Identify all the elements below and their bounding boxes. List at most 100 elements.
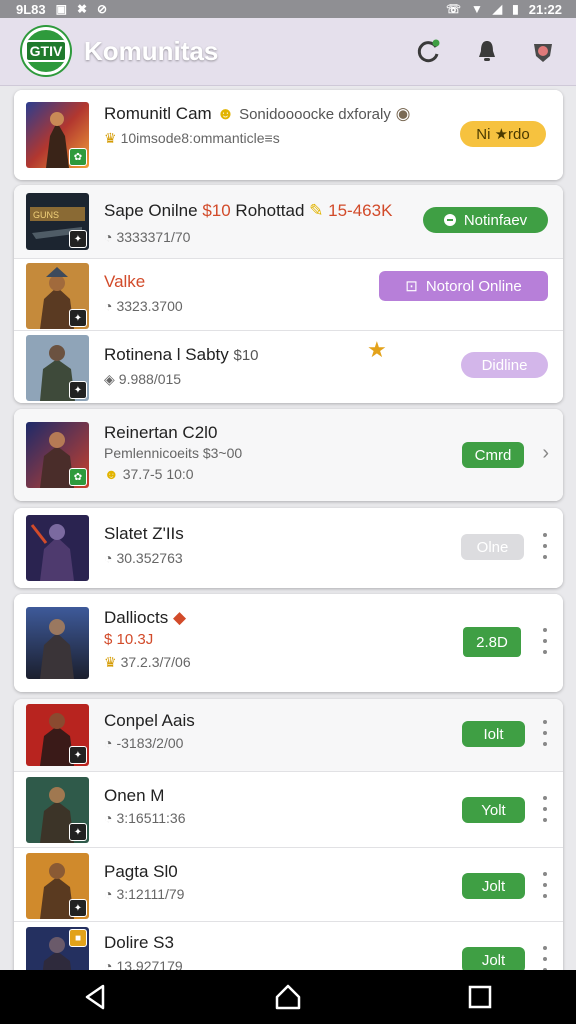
game-thumbnail: ✿ <box>26 102 89 168</box>
list-item[interactable]: ✦ Pagta Sl0 ◔ 3:12111/79 Jolt <box>14 847 563 921</box>
profile-button[interactable] <box>528 36 558 66</box>
join-button[interactable]: Yolt <box>462 797 525 823</box>
item-subtitle-text: 3:12111/79 <box>116 886 185 902</box>
community-list[interactable]: ✿ Romunitl Cam ☻ Sonidoooocke dxforaly ◉… <box>0 86 576 970</box>
join-button[interactable]: Cmrd <box>462 442 524 468</box>
game-badge-icon: ✦ <box>69 899 87 917</box>
profile-badge-icon <box>534 44 552 62</box>
item-title: Valke <box>104 272 146 291</box>
list-item[interactable]: Dalliocts ◆ $ 10.3J ♛ 37.2.3/7/06 2.8D <box>14 594 563 692</box>
item-subtitle: ◔ 13.927179 <box>104 958 183 970</box>
item-title: Conpel Aais <box>104 711 195 730</box>
notify-button[interactable]: Notinfaev <box>423 207 548 233</box>
item-subtitle: ♛ 37.2.3/7/06 <box>104 654 191 671</box>
item-subtitle-text: 3333371/70 <box>116 229 191 245</box>
item-title: Pagta Sl0 <box>104 862 178 881</box>
more-options-icon[interactable] <box>541 628 549 654</box>
item-title-extra: Rohottad <box>235 201 305 220</box>
item-title: Onen M <box>104 786 165 805</box>
list-item[interactable]: ■ Dolire S3 ◔ 13.927179 Jolt <box>14 921 563 970</box>
game-thumbnail: ✦ <box>26 777 89 843</box>
list-item[interactable]: ✿ Reinertan C2l0 Pemlennicoeits $3~00 ☻ 3… <box>14 409 563 501</box>
refresh-icon <box>417 39 440 63</box>
more-options-icon[interactable] <box>541 872 549 898</box>
item-subtitle: ◈ 9.988/015 <box>104 371 181 388</box>
game-badge-icon: ✦ <box>69 230 87 248</box>
game-thumbnail: ✿ <box>26 422 89 488</box>
community-card[interactable]: Dalliocts ◆ $ 10.3J ♛ 37.2.3/7/06 2.8D <box>14 594 563 692</box>
item-subtitle-text: 37.7-5 10:0 <box>122 466 194 482</box>
game-badge-icon: ✦ <box>69 746 87 764</box>
game-thumbnail: GUNS ✦ <box>26 193 89 250</box>
list-item[interactable]: ✦ Valke ◔ 3323.3700 ⊡ Notorol Online <box>14 258 563 330</box>
more-options-icon[interactable] <box>541 796 549 822</box>
game-badge-icon: ✦ <box>69 823 87 841</box>
refresh-button[interactable] <box>414 36 444 66</box>
chevron-right-icon[interactable]: › <box>542 442 549 465</box>
mute-notification-icon: ⊘ <box>97 2 108 16</box>
community-card[interactable]: ✿ Romunitl Cam ☻ Sonidoooocke dxforaly ◉… <box>14 90 563 180</box>
clock-icon: ◔ <box>104 886 113 902</box>
item-title: Sape Onilne $10 Rohottad ✎ 15-463K <box>104 201 392 221</box>
item-title: Rotinena l Sabty $10 <box>104 345 259 365</box>
home-icon[interactable] <box>273 982 303 1012</box>
notifications-button[interactable] <box>472 36 502 66</box>
more-options-icon[interactable] <box>541 946 549 970</box>
back-icon[interactable] <box>81 982 111 1012</box>
emblem-icon: ◉ <box>395 104 411 123</box>
list-item[interactable]: ✦ Rotinena l Sabty $10 ◈ 9.988/015 ★ Didl… <box>14 330 563 403</box>
online-button[interactable]: ⊡ Notorol Online <box>379 271 548 301</box>
item-line2-extra: $3~00 <box>202 445 243 461</box>
more-options-icon[interactable] <box>541 533 549 559</box>
status-time-right: 21:22 <box>528 1 562 17</box>
inbox-icon: ⊡ <box>405 278 418 295</box>
list-item[interactable]: ✦ Conpel Aais ◔ -3183/2/00 Iolt <box>14 699 563 771</box>
item-title-extra: $10 <box>233 347 259 364</box>
app-logo-text: GTIV <box>24 40 68 62</box>
smiley-icon: ☻ <box>216 104 235 123</box>
item-title-text: Sape Onilne <box>104 201 198 220</box>
clock-icon: ◔ <box>104 298 113 314</box>
join-button[interactable]: Jolt <box>462 873 525 899</box>
minus-icon <box>443 214 456 226</box>
item-subtitle-text: 13.927179 <box>116 958 183 970</box>
item-subtitle-text: -3183/2/00 <box>116 735 184 751</box>
list-item[interactable]: ✦ Onen M ◔ 3:16511:36 Yolt <box>14 771 563 847</box>
sparkle-icon: ✎ <box>309 201 324 220</box>
community-card[interactable]: GUNS ✦ Sape Onilne $10 Rohottad ✎ 15-463… <box>14 185 563 403</box>
item-title: Romunitl Cam ☻ Sonidoooocke dxforaly ◉ <box>104 104 410 124</box>
page-title: Komunitas <box>84 36 219 66</box>
game-badge-icon: ✦ <box>69 309 87 327</box>
battery-icon: ▮ <box>512 2 519 16</box>
trophy-icon: ♛ <box>104 654 117 670</box>
price-button[interactable]: 2.8D <box>463 627 521 657</box>
community-card[interactable]: ✿ Reinertan C2l0 Pemlennicoeits $3~00 ☻ 3… <box>14 409 563 501</box>
join-button[interactable]: Iolt <box>462 721 525 747</box>
status-pill[interactable]: Ni ★rdo <box>460 121 546 147</box>
join-button[interactable]: Jolt <box>462 947 525 970</box>
game-thumbnail: ✦ <box>26 263 89 329</box>
item-subtitle: ◔ 3323.3700 <box>104 298 183 314</box>
app-bar: GTIV Komunitas <box>0 18 576 86</box>
list-item[interactable]: GUNS ✦ Sape Onilne $10 Rohottad ✎ 15-463… <box>14 185 563 258</box>
community-card[interactable]: Slatet Z'IIs ◔ 30.352763 Olne <box>14 508 563 588</box>
community-card[interactable]: ✦ Conpel Aais ◔ -3183/2/00 Iolt ✦ Onen M … <box>14 699 563 970</box>
clock-icon: ◔ <box>104 958 113 970</box>
status-pill[interactable]: Olne <box>461 534 524 560</box>
list-item[interactable]: ✿ Romunitl Cam ☻ Sonidoooocke dxforaly ◉… <box>14 90 563 180</box>
close-notification-icon: ✖ <box>76 2 88 16</box>
item-subtitle: ◔ 3333371/70 <box>104 229 190 245</box>
more-options-icon[interactable] <box>541 720 549 746</box>
vibrate-icon: ☏ <box>446 2 462 16</box>
status-pill[interactable]: Didline <box>461 352 548 378</box>
game-thumbnail: ✦ <box>26 704 89 766</box>
item-subtitle-text: 30.352763 <box>116 550 183 566</box>
recents-icon[interactable] <box>465 982 495 1012</box>
trophy-icon: ♛ <box>104 130 117 146</box>
item-title-text: Romunitl Cam <box>104 104 212 123</box>
online-button-label: Notorol Online <box>425 277 522 295</box>
app-logo[interactable]: GTIV <box>22 27 70 75</box>
game-thumbnail: ✦ <box>26 853 89 919</box>
clock-icon: ◔ <box>104 550 113 566</box>
list-item[interactable]: Slatet Z'IIs ◔ 30.352763 Olne <box>14 508 563 588</box>
